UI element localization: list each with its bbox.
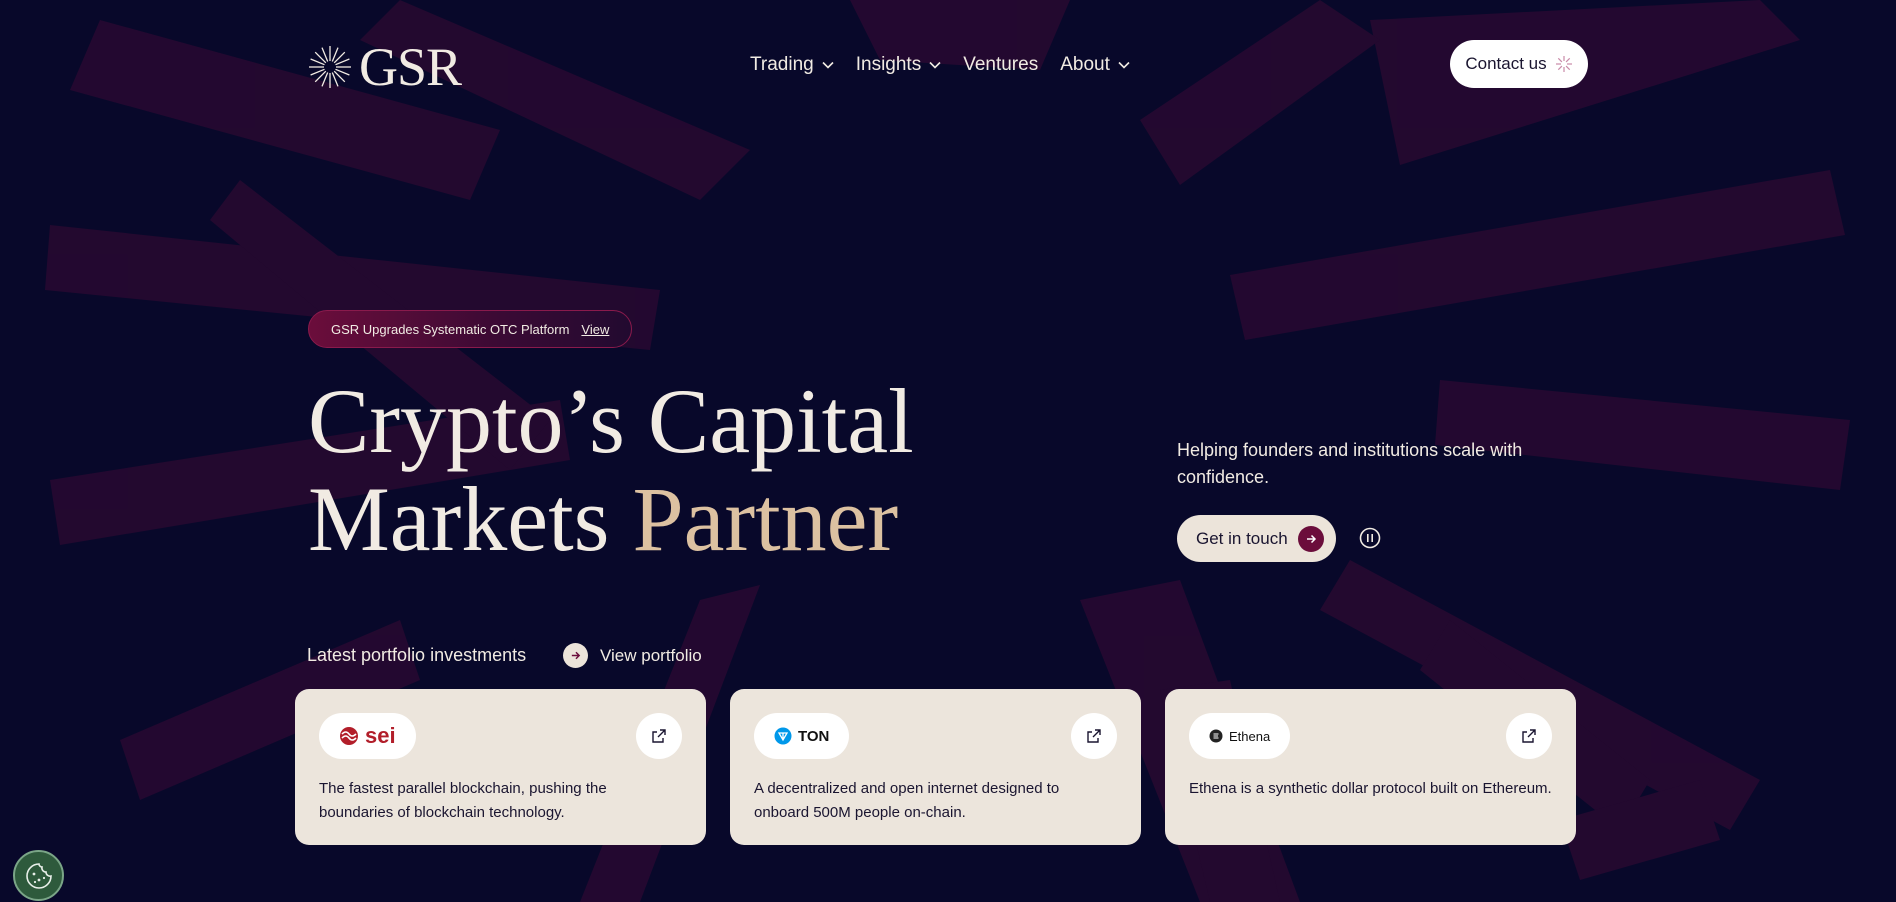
gsr-logo[interactable]: GSR [307, 37, 462, 97]
portfolio-card-sei[interactable]: sei The fastest parallel blockchain, pus… [295, 689, 706, 845]
ton-logo-icon [774, 727, 792, 745]
announcement-banner: GSR Upgrades Systematic OTC Platform Vie… [308, 310, 633, 348]
logo-text: GSR [359, 37, 462, 97]
chevron-down-icon [1118, 61, 1130, 69]
card-description: A decentralized and open internet design… [754, 780, 1060, 821]
hero-title-line1: Crypto’s Capital [308, 370, 914, 472]
nav-insights[interactable]: Insights [856, 54, 941, 76]
announcement-text: GSR Upgrades Systematic OTC Platform [331, 321, 570, 337]
nav-insights-label: Insights [855, 54, 922, 75]
get-in-touch-button[interactable]: Get in touch [1177, 515, 1336, 562]
sunburst-logo-icon [309, 46, 351, 88]
cookie-settings-button[interactable] [13, 850, 64, 901]
chevron-down-icon [822, 61, 834, 69]
nav-about[interactable]: About [1060, 54, 1130, 76]
get-in-touch-label: Get in touch [1196, 528, 1288, 548]
nav-ventures[interactable]: Ventures [963, 54, 1038, 76]
pause-icon[interactable] [1359, 527, 1381, 549]
hero-title: Crypto’s Capital Markets Partner [308, 372, 914, 568]
ethena-logo: Ethena [1189, 713, 1291, 759]
sei-logo-icon [340, 727, 358, 745]
portfolio-card-ton[interactable]: TON A decentralized and open internet de… [730, 689, 1141, 845]
external-link-icon[interactable] [1071, 713, 1117, 759]
arrow-right-icon [1297, 525, 1324, 552]
nav-about-label: About [1060, 54, 1110, 75]
view-portfolio-label: View portfolio [600, 645, 702, 665]
ton-logo: TON [754, 713, 850, 759]
card-description: The fastest parallel blockchain, pushing… [319, 780, 607, 821]
ethena-name: Ethena [1229, 728, 1271, 744]
contact-us-button[interactable]: Contact us [1450, 40, 1588, 88]
nav-trading-label: Trading [750, 54, 814, 75]
chevron-down-icon [929, 61, 941, 69]
sei-logo: sei [319, 713, 416, 759]
portfolio-card-ethena[interactable]: Ethena Ethena is a synthetic dollar prot… [1165, 689, 1576, 845]
page: GSR Trading Insights Ventures About Cont… [0, 0, 1896, 902]
main-nav: Trading Insights Ventures About [750, 54, 1130, 76]
sei-name: sei [365, 723, 396, 748]
hero-tagline: Helping founders and institutions scale … [1177, 440, 1523, 487]
sunburst-icon [1555, 56, 1572, 72]
portfolio-cards: sei The fastest parallel blockchain, pus… [295, 689, 1576, 845]
announcement-view-link[interactable]: View [581, 322, 609, 337]
portfolio-heading: Latest portfolio investments [307, 645, 527, 665]
arrow-right-icon [563, 643, 588, 668]
hero-title-line2a: Markets [308, 468, 633, 570]
nav-ventures-label: Ventures [963, 54, 1039, 75]
nav-trading[interactable]: Trading [750, 54, 834, 76]
contact-us-label: Contact us [1465, 54, 1547, 73]
card-description: Ethena is a synthetic dollar protocol bu… [1189, 780, 1552, 797]
ethena-logo-icon [1209, 729, 1223, 743]
external-link-icon[interactable] [636, 713, 682, 759]
cookie-icon [25, 862, 52, 889]
hero-title-accent: Partner [632, 468, 899, 570]
ton-name: TON [798, 727, 830, 745]
view-portfolio-link[interactable]: View portfolio [563, 643, 702, 668]
external-link-icon[interactable] [1506, 713, 1552, 759]
